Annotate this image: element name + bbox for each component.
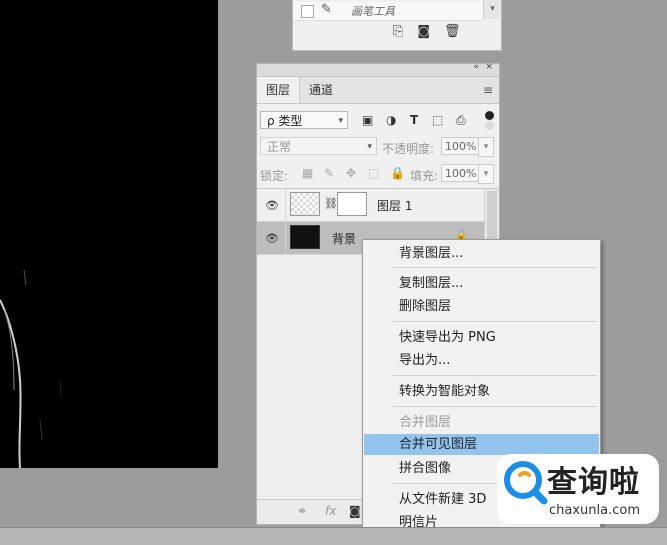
pasteboard — [218, 0, 258, 544]
magnifier-logo-icon — [504, 461, 548, 505]
link-layers-icon[interactable]: ⚭ — [297, 504, 307, 518]
brush-checkbox[interactable] — [301, 5, 314, 18]
brush-preset-name: 画笔工具 — [351, 5, 395, 18]
layer-name: 背景 — [332, 232, 357, 246]
close-icon[interactable]: × — [485, 62, 493, 72]
chevron-down-icon: ▾ — [367, 142, 372, 152]
menu-item-duplicate-layer[interactable]: 复制图层... — [364, 273, 599, 294]
lock-pixels-icon[interactable]: ✎ — [324, 166, 334, 180]
chevron-down-icon[interactable]: ▾ — [478, 137, 494, 157]
opacity-label: 不透明度: — [382, 142, 435, 156]
layer-mask-thumbnail[interactable] — [337, 192, 367, 216]
watermark-title: 查询啦 — [547, 465, 640, 500]
camera-icon[interactable]: ◙ — [417, 24, 430, 39]
brush-presets-panel: ✎ 画笔工具 ▾ ⎘ ◙ 🗑 — [292, 0, 502, 51]
blend-row: 正常 ▾ 不透明度: 100% ▾ — [260, 137, 496, 159]
menu-item-background-layer[interactable]: 背景图层... — [364, 243, 599, 264]
menu-item-delete-layer[interactable]: 删除图层 — [364, 296, 599, 317]
lock-position-icon[interactable]: ✥ — [346, 166, 356, 180]
fill-field[interactable]: 100% ▾ — [441, 164, 494, 184]
type-filter-icon[interactable]: T — [410, 113, 418, 127]
menu-separator — [393, 406, 597, 407]
chevron-down-icon[interactable]: ▾ — [483, 0, 501, 19]
watermark-url: chaxunla.com — [549, 503, 640, 518]
lock-artboard-icon[interactable]: ⬚ — [368, 166, 379, 180]
eye-icon[interactable]: 👁 — [265, 199, 279, 212]
brush-icon: ✎ — [321, 2, 332, 17]
menu-item-merge-visible[interactable]: 合并可见图层 — [364, 434, 599, 455]
panel-title-strip[interactable]: « × — [257, 62, 499, 77]
opacity-field[interactable]: 100% ▾ — [441, 137, 494, 157]
trash-icon[interactable]: 🗑 — [444, 24, 461, 39]
layer-thumbnail[interactable] — [290, 192, 320, 216]
tab-layers[interactable]: 图层 — [257, 77, 301, 103]
panel-menu-icon[interactable]: ≡ — [483, 83, 493, 97]
canvas-artwork — [0, 269, 62, 468]
tab-channels[interactable]: 通道 — [300, 77, 342, 103]
document-canvas[interactable] — [0, 0, 218, 468]
filter-toggle-icon[interactable] — [485, 111, 494, 120]
chevron-down-icon[interactable]: ▾ — [478, 164, 494, 184]
lock-label: 锁定: — [260, 169, 289, 183]
shape-filter-icon[interactable]: ⬚ — [432, 113, 443, 127]
menu-separator — [393, 375, 597, 376]
add-mask-icon[interactable]: ◙ — [349, 504, 361, 518]
adjustment-filter-icon[interactable]: ◑ — [386, 113, 396, 127]
layer-row-layer1[interactable]: 👁 ⛓ 图层 1 — [257, 189, 485, 222]
fx-button[interactable]: fx — [325, 504, 336, 518]
link-icon[interactable]: ⛓ — [324, 197, 338, 210]
menu-item-quick-export-png[interactable]: 快速导出为 PNG — [364, 327, 599, 348]
layer-thumbnail[interactable] — [290, 225, 320, 249]
status-bar — [0, 527, 667, 545]
site-watermark: 查询啦 chaxunla.com — [497, 454, 659, 524]
fill-label: 填充: — [410, 169, 439, 183]
lock-transparent-icon[interactable]: ▦ — [302, 166, 313, 180]
chevron-down-icon: ▾ — [338, 116, 343, 126]
menu-separator — [393, 267, 597, 268]
smart-object-filter-icon[interactable]: ⎙ — [456, 113, 466, 128]
menu-item-convert-smart-object[interactable]: 转换为智能对象 — [364, 381, 599, 402]
menu-separator — [393, 321, 597, 322]
blend-mode-select[interactable]: 正常 ▾ — [260, 137, 377, 155]
lock-all-icon[interactable]: 🔒 — [390, 166, 405, 180]
menu-item-merge-layers[interactable]: 合并图层 — [364, 412, 599, 433]
brush-preset-row[interactable]: ✎ 画笔工具 — [293, 2, 483, 21]
panel-tabs: 图层 通道 ≡ — [257, 77, 499, 104]
collapse-icon[interactable]: « — [473, 62, 479, 72]
layer-name: 图层 1 — [377, 199, 413, 213]
layer-filter-row: ρ 类型 ▾ ▣ ◑ T ⬚ ⎙ — [260, 111, 496, 133]
new-preset-icon[interactable]: ⎘ — [393, 24, 403, 39]
lock-row: 锁定: ▦ ✎ ✥ ⬚ 🔒 填充: 100% ▾ — [260, 164, 496, 186]
filter-kind-select[interactable]: ρ 类型 ▾ — [260, 111, 348, 129]
menu-item-export-as[interactable]: 导出为... — [364, 350, 599, 371]
filter-toggle-track — [485, 121, 494, 130]
eye-icon[interactable]: 👁 — [265, 232, 279, 245]
image-filter-icon[interactable]: ▣ — [362, 113, 373, 127]
